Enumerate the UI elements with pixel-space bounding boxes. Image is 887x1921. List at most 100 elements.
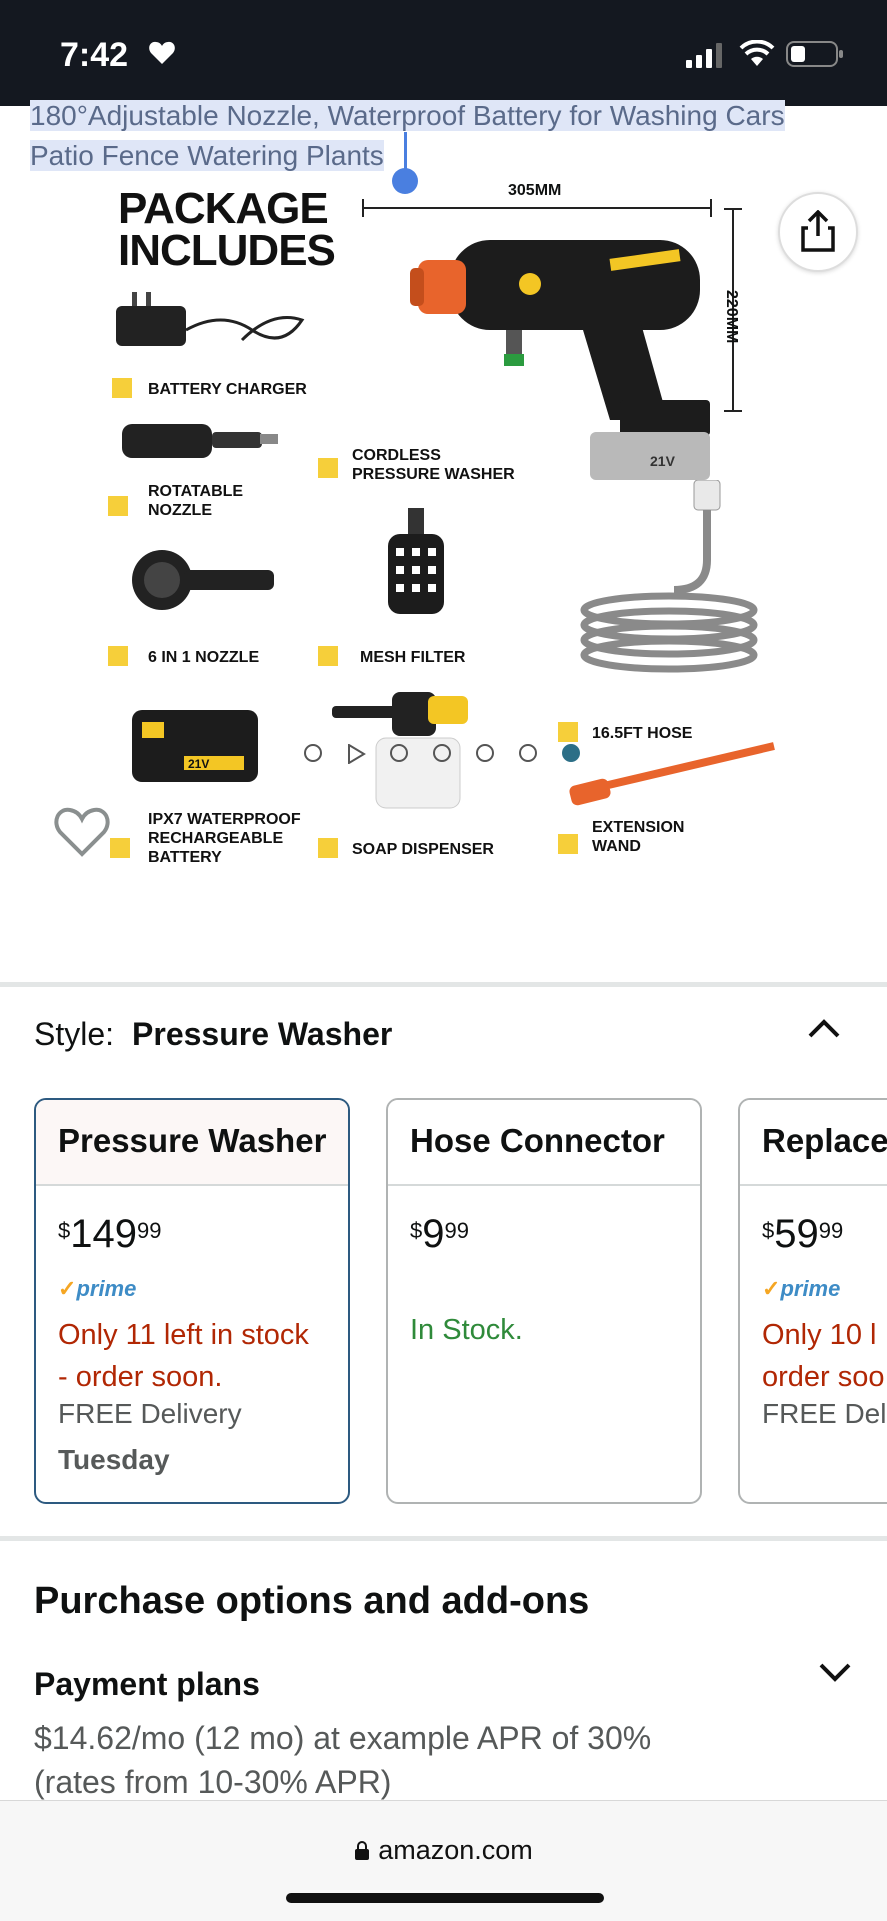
stock-line-2: order soo: [762, 1361, 885, 1393]
label-rotatable-nozzle: ROTATABLE NOZZLE: [148, 482, 243, 520]
address-bar[interactable]: amazon.com: [0, 1835, 887, 1866]
price-symbol: $: [762, 1218, 775, 1243]
status-time: 7:42: [60, 36, 129, 74]
label-battery: IPX7 WATERPROOF RECHARGEABLE BATTERY: [148, 810, 301, 867]
style-selector-header[interactable]: Style: Pressure Washer: [34, 1016, 392, 1053]
width-dimension-line: [362, 199, 712, 217]
label-cordless-washer: CORDLESS PRESSURE WASHER: [352, 446, 515, 484]
stock-status: Only 11 left in stock - order soon.: [58, 1314, 348, 1398]
prime-text: prime: [780, 1276, 841, 1301]
package-includes-heading: PACKAGE INCLUDES: [118, 187, 336, 275]
label-soap-dispenser: SOAP DISPENSER: [352, 841, 494, 858]
label-extension-wand: EXTENSION WAND: [592, 818, 684, 856]
pressure-washer-image: 21V: [410, 240, 710, 480]
bullet-rotatable-nozzle: [108, 496, 128, 516]
wishlist-heart-icon[interactable]: [54, 806, 110, 858]
section-divider: [0, 982, 887, 987]
purchase-options-heading: Purchase options and add-ons: [34, 1580, 590, 1622]
payment-plans-text: $14.62/mo (12 mo) at example APR of 30% …: [34, 1720, 652, 1800]
bullet-battery: [110, 838, 130, 858]
hose-image: [580, 480, 758, 673]
prime-badge: ✓prime: [58, 1276, 136, 1302]
home-indicator[interactable]: [286, 1893, 604, 1903]
browser-footer: amazon.com: [0, 1800, 887, 1921]
carousel-dot[interactable]: [304, 744, 322, 762]
prime-text: prime: [76, 1276, 137, 1301]
price-cents: 99: [444, 1218, 469, 1243]
carousel-dot[interactable]: [433, 744, 451, 762]
height-dimension-label: 220MM: [723, 290, 740, 344]
prime-check-icon: ✓: [58, 1276, 77, 1301]
price-whole: 59: [774, 1212, 819, 1256]
chevron-up-icon[interactable]: [806, 1016, 842, 1042]
bullet-six-in-one: [108, 646, 128, 666]
bullet-battery-charger: [112, 378, 132, 398]
chevron-down-icon[interactable]: [818, 1660, 852, 1684]
video-play-icon[interactable]: [346, 744, 366, 764]
carousel-dot[interactable]: [390, 744, 408, 762]
label-battery-1: IPX7 WATERPROOF: [148, 811, 301, 828]
label-six-in-one: 6 IN 1 NOZZLE: [148, 649, 260, 666]
bullet-soap-dispenser: [318, 838, 338, 858]
title-line-1: 180°Adjustable Nozzle, Waterproof Batter…: [30, 100, 785, 131]
price-whole: 149: [70, 1212, 137, 1256]
width-dimension-label: 305MM: [508, 182, 562, 199]
style-option-pressure-washer[interactable]: Pressure Washer $14999 ✓prime Only 11 le…: [34, 1098, 350, 1504]
option-price: $999: [410, 1212, 469, 1257]
signal-icon: [686, 43, 722, 68]
stock-line-2: - order soon.: [58, 1361, 223, 1393]
share-button[interactable]: [778, 192, 858, 272]
mesh-filter-image: [388, 508, 444, 614]
six-in-one-nozzle-image: [132, 550, 274, 610]
status-bar: 7:42: [0, 0, 887, 106]
heading-line-2: INCLUDES: [118, 226, 336, 275]
payment-plans-title[interactable]: Payment plans: [34, 1666, 260, 1703]
option-name: Hose Connector: [388, 1100, 700, 1186]
option-price: $14999: [58, 1212, 161, 1257]
style-value: Pressure Washer: [132, 1016, 393, 1052]
carousel-dot-active[interactable]: [562, 744, 580, 762]
bullet-cordless-washer: [318, 458, 338, 478]
style-label: Style:: [34, 1016, 115, 1052]
option-name: Replace: [740, 1100, 887, 1186]
bullet-extension-wand: [558, 834, 578, 854]
charger-image: [116, 292, 305, 346]
price-whole: 9: [422, 1212, 445, 1256]
stock-line-1: Only 11 left in stock: [58, 1319, 309, 1351]
label-rotatable-nozzle-1: ROTATABLE: [148, 483, 244, 500]
carousel-dot[interactable]: [476, 744, 494, 762]
battery-pack-image: 21V: [132, 710, 258, 782]
label-wand-1: EXTENSION: [592, 819, 685, 836]
product-title-selection[interactable]: 180°Adjustable Nozzle, Waterproof Batter…: [30, 96, 850, 176]
label-wand-2: WAND: [592, 838, 641, 855]
price-cents: 99: [818, 1218, 844, 1243]
label-battery-charger: BATTERY CHARGER: [148, 381, 307, 398]
stock-status: Only 10 l order soo: [762, 1314, 887, 1398]
style-option-hose-connector[interactable]: Hose Connector $999 In Stock.: [386, 1098, 702, 1504]
option-price: $5999: [762, 1212, 843, 1257]
delivery-text: FREE Delivery: [58, 1398, 242, 1429]
product-image[interactable]: PACKAGE INCLUDES 305MM 220MM 21V BATTERY…: [0, 170, 887, 890]
label-rotatable-nozzle-2: NOZZLE: [148, 502, 212, 519]
wifi-icon: [739, 40, 775, 66]
section-divider: [0, 1536, 887, 1541]
style-option-replace[interactable]: Replace $5999 ✓prime Only 10 l order soo …: [738, 1098, 887, 1504]
label-battery-2: RECHARGEABLE: [148, 830, 284, 847]
bullet-mesh-filter: [318, 646, 338, 666]
heart-icon: [149, 41, 175, 64]
pack-battery-voltage: 21V: [188, 757, 209, 771]
prime-check-icon: ✓: [762, 1276, 781, 1301]
stock-status: In Stock.: [410, 1314, 523, 1346]
prime-badge: ✓prime: [762, 1276, 840, 1302]
price-symbol: $: [58, 1218, 71, 1243]
price-cents: 99: [137, 1218, 162, 1243]
title-line-2: Patio Fence Watering Plants: [30, 140, 384, 171]
battery-icon: [786, 41, 843, 67]
option-name: Pressure Washer: [36, 1100, 348, 1186]
rotatable-nozzle-image: [122, 424, 278, 458]
extension-wand-image: [569, 742, 775, 806]
carousel-dot[interactable]: [519, 744, 537, 762]
share-icon: [801, 210, 835, 252]
delivery-day: Tuesday: [58, 1444, 170, 1475]
label-battery-3: BATTERY: [148, 849, 222, 866]
